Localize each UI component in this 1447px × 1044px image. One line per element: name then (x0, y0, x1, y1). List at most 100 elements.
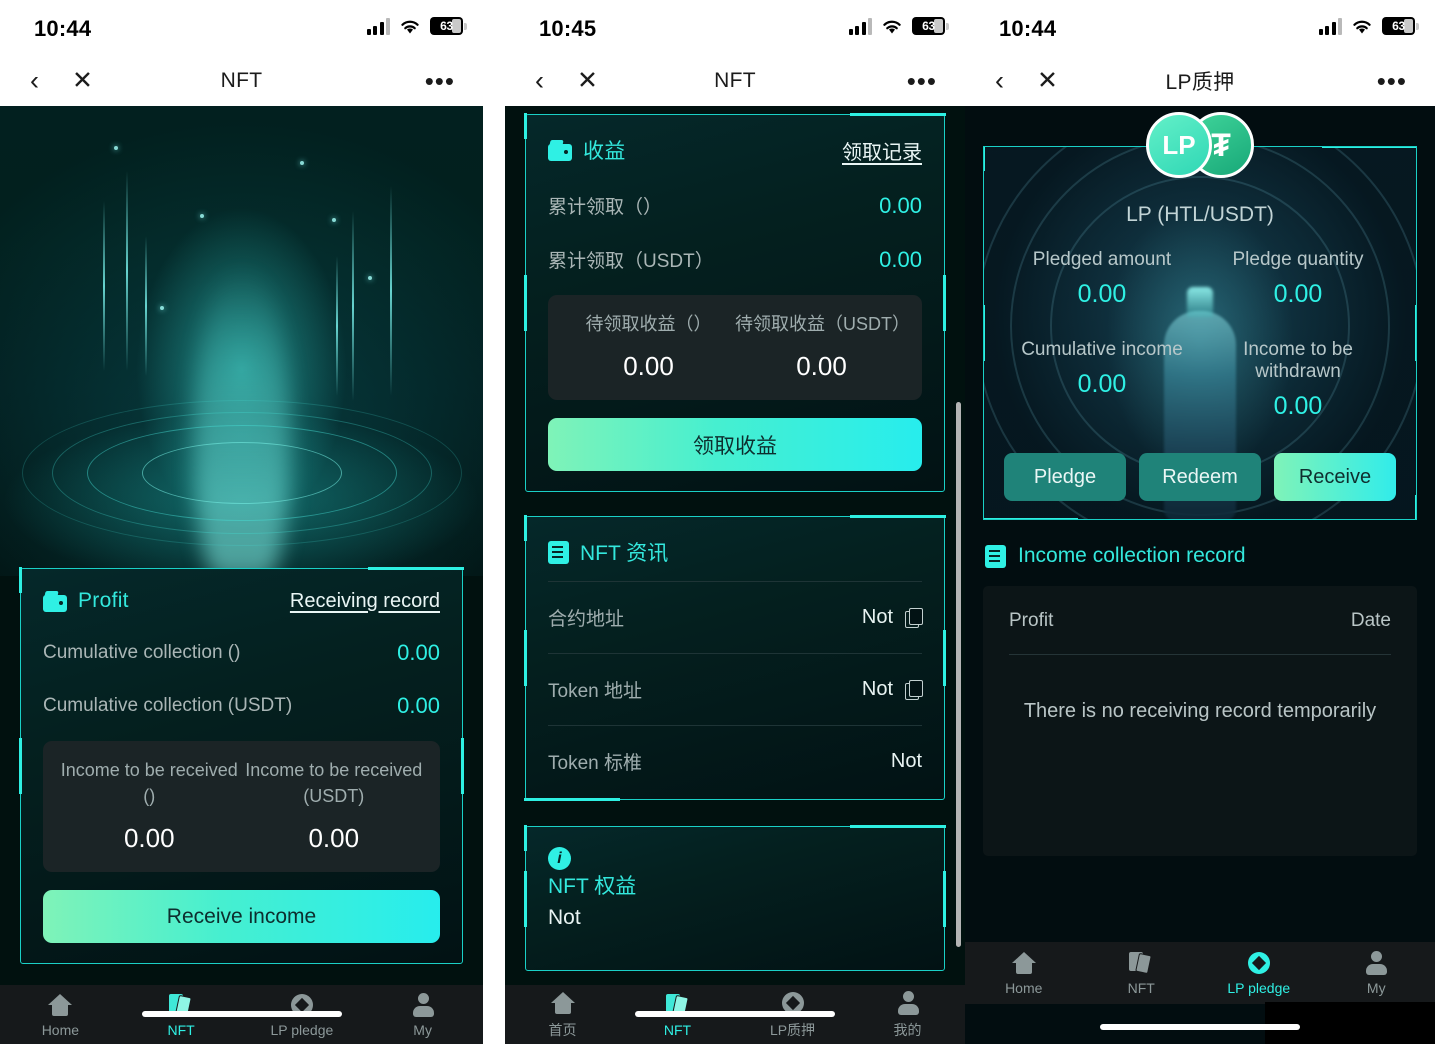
row-label: 累计领取（） (548, 197, 663, 218)
income-record-title: Income collection record (1018, 544, 1246, 567)
home-indicator[interactable] (635, 1011, 835, 1017)
light-streak (103, 201, 105, 371)
tab-nft[interactable]: NFT (1083, 950, 1201, 996)
corner-accent (984, 147, 985, 171)
empty-state-text: There is no receiving record temporarily (1023, 700, 1377, 722)
battery-level: 63 (1392, 19, 1405, 33)
back-icon[interactable]: ‹ (30, 67, 39, 95)
battery-icon: 63 (430, 17, 467, 35)
stat-cumulative-income: Cumulative income 0.00 (1004, 339, 1200, 421)
corner-accent (524, 275, 527, 332)
nft-rights-card: i NFT 权益 Not (524, 825, 946, 972)
back-icon[interactable]: ‹ (995, 67, 1004, 95)
browser-nav-bar: ‹ ✕ NFT ••• (505, 56, 965, 106)
tab-home[interactable]: Home (965, 950, 1083, 996)
wifi-icon (399, 18, 421, 35)
more-icon[interactable]: ••• (1377, 68, 1407, 94)
row-label: 累计领取（USDT） (548, 251, 714, 272)
tab-label: Home (41, 1021, 80, 1038)
corner-accent (524, 870, 527, 927)
nft-hero-image (0, 106, 483, 576)
lp-stats-grid: Pledged amount 0.00 Pledge quantity 0.00… (1004, 249, 1396, 451)
more-icon[interactable]: ••• (907, 68, 937, 94)
light-streak (145, 236, 147, 376)
pending-income-box: 待领取收益（） 0.00 待领取收益（USDT） 0.00 (548, 295, 922, 401)
income-card-header: 收益 领取记录 (548, 135, 922, 165)
tab-home[interactable]: 首页 (505, 990, 620, 1040)
tab-label: LP pledge (270, 1021, 334, 1038)
copy-icon[interactable] (905, 680, 923, 701)
stat-pledged-amount: Pledged amount 0.00 (1004, 249, 1200, 309)
lp-action-buttons: Pledge Redeem Receive (1004, 453, 1396, 501)
bottom-tab-bar: Home NFT LP pledge My (965, 942, 1435, 1004)
page-title: LP质押 (1165, 71, 1235, 94)
lp-pair-title: LP (HTL/USDT) (1126, 203, 1274, 226)
close-icon[interactable]: ✕ (577, 68, 598, 94)
panel-nft-chinese: 10:45 63 ‹ ✕ NFT ••• 收益 领取记录 累计领取（） 0.00… (505, 0, 965, 1044)
stat-label: Income to be withdrawn (1243, 339, 1353, 382)
document-icon (548, 540, 569, 564)
tab-my[interactable]: My (362, 992, 483, 1038)
profit-card: Profit Receiving record Cumulative colle… (19, 567, 464, 965)
close-icon[interactable]: ✕ (1037, 68, 1058, 94)
light-streak (336, 256, 338, 396)
tab-home[interactable]: Home (0, 992, 121, 1038)
cumulative-usdt-row: 累计领取（USDT） 0.00 (548, 246, 922, 273)
portal-ring-core (141, 441, 342, 504)
row-value: Not (861, 606, 893, 629)
corner-accent (850, 515, 946, 519)
nft-info-title: NFT 资讯 (580, 542, 669, 566)
receive-button[interactable]: Receive (1274, 453, 1396, 501)
status-indicators: 63 (366, 17, 467, 35)
three-panel-screenshot: 10:44 63 ‹ ✕ NFT ••• Profit Receiving re… (0, 0, 1447, 1044)
status-indicators: 63 (848, 17, 949, 35)
page-title: NFT (714, 69, 756, 92)
token-address-row: Token 地址 Not (548, 653, 923, 725)
tab-lp-pledge[interactable]: LP pledge (1200, 950, 1318, 996)
stat-value: 0.00 (1273, 280, 1323, 308)
row-value: 0.00 (397, 640, 440, 665)
home-indicator[interactable] (141, 1011, 342, 1017)
row-value: 0.00 (397, 693, 440, 718)
more-icon[interactable]: ••• (425, 68, 455, 94)
corner-accent (524, 630, 527, 687)
status-bar: 10:45 63 (505, 0, 965, 56)
income-title: 收益 (583, 140, 626, 163)
battery-level: 63 (922, 19, 935, 33)
battery-icon: 63 (912, 17, 949, 35)
token-pair-icons: LP ₮ (1146, 112, 1254, 180)
nft-rights-title: NFT 权益 (548, 875, 637, 899)
cellular-signal-icon (366, 17, 390, 35)
wifi-icon (881, 18, 903, 35)
app-body: 收益 领取记录 累计领取（） 0.00 累计领取（USDT） 0.00 待领取收… (505, 106, 965, 1044)
receive-income-button[interactable]: Receive income (43, 890, 440, 944)
panel-divider (483, 0, 505, 1044)
receiving-record-link[interactable]: Receiving record (290, 590, 440, 613)
claim-income-button[interactable]: 领取收益 (548, 418, 922, 472)
wallet-icon (548, 139, 572, 161)
tab-label: LP pledge (1227, 980, 1291, 996)
home-indicator[interactable] (1100, 1024, 1300, 1030)
pending-value: 0.00 (796, 351, 847, 382)
close-icon[interactable]: ✕ (72, 68, 93, 94)
copy-icon[interactable] (905, 608, 923, 629)
table-header-row: Profit Date (1009, 610, 1391, 655)
nft-info-header: NFT 资讯 (548, 537, 922, 581)
pending-income-box: Income to be received () 0.00 Income to … (43, 741, 440, 873)
profit-card-header: Profit Receiving record (43, 589, 440, 613)
tab-my[interactable]: 我的 (850, 990, 965, 1040)
pledge-button[interactable]: Pledge (1004, 453, 1126, 501)
wallet-icon (43, 590, 67, 612)
pending-value: 0.00 (623, 351, 674, 382)
cellular-signal-icon (1318, 17, 1342, 35)
light-streak (390, 186, 392, 396)
redeem-button[interactable]: Redeem (1139, 453, 1261, 501)
tab-my[interactable]: My (1318, 950, 1436, 996)
vertical-scrollbar[interactable] (956, 402, 961, 947)
back-icon[interactable]: ‹ (535, 67, 544, 95)
corner-accent (524, 515, 527, 542)
token-standard-row: Token 标椎 Not (548, 725, 922, 779)
stat-income-to-be-withdrawn: Income to be withdrawn 0.00 (1200, 339, 1396, 421)
row-value: Not (861, 678, 893, 701)
collection-record-link[interactable]: 领取记录 (842, 136, 922, 165)
